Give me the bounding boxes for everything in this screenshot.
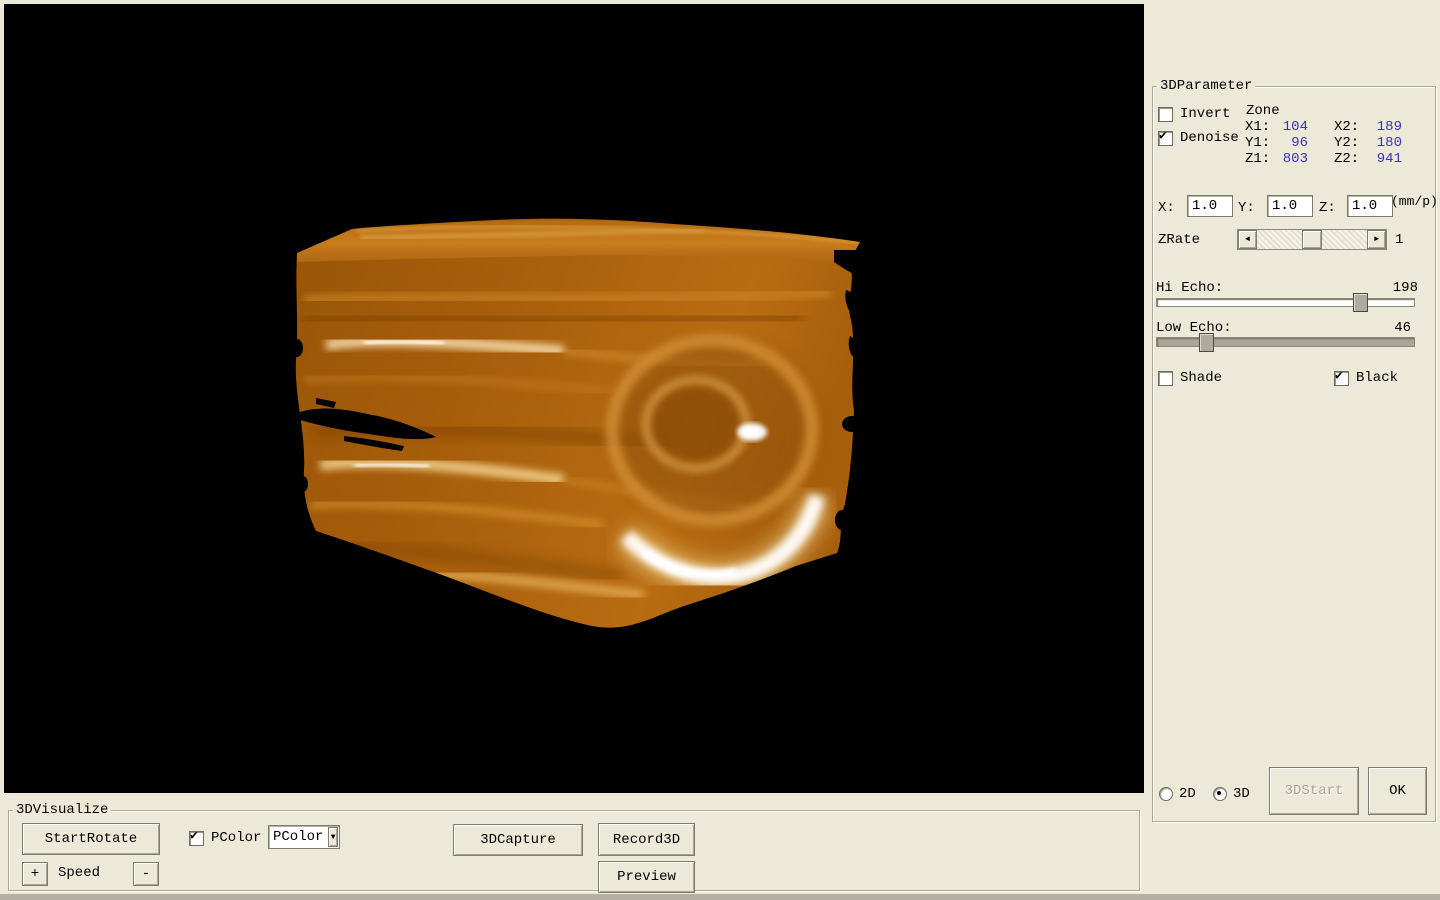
pcolor-checkbox-box[interactable]: ✔: [189, 831, 204, 846]
pcolor-checkbox[interactable]: ✔ PColor: [189, 830, 261, 846]
hi-echo-value: 198: [1378, 280, 1418, 296]
zone-y2-label: Y2:: [1334, 135, 1359, 151]
hi-echo-slider-track[interactable]: [1156, 298, 1415, 307]
render-viewport[interactable]: [4, 4, 1144, 793]
black-checkbox-label: Black: [1356, 370, 1398, 386]
ok-button[interactable]: OK: [1368, 767, 1427, 815]
speed-plus-button[interactable]: +: [22, 862, 48, 886]
scale-y-label: Y:: [1238, 200, 1255, 216]
zrate-value: 1: [1395, 232, 1403, 248]
zone-z2-value: 941: [1367, 151, 1402, 167]
zrate-scrollbar[interactable]: ◄ ►: [1237, 229, 1387, 250]
zrate-label: ZRate: [1158, 232, 1200, 248]
denoise-checkbox-box[interactable]: ✔: [1158, 131, 1173, 146]
scale-x-input[interactable]: 1.0: [1187, 195, 1233, 217]
visualize-panel: 3DVisualize StartRotate + Speed - ✔ PCol…: [0, 793, 1144, 900]
mode-3d-radio-circle[interactable]: [1213, 787, 1227, 801]
dropdown-arrow-icon[interactable]: ▼: [328, 827, 338, 847]
invert-checkbox-box[interactable]: [1158, 107, 1173, 122]
shade-checkbox[interactable]: Shade: [1158, 370, 1222, 386]
visualize-groupbox: 3DVisualize StartRotate + Speed - ✔ PCol…: [8, 810, 1140, 891]
scale-z-input[interactable]: 1.0: [1347, 195, 1393, 217]
invert-checkbox-label: Invert: [1180, 106, 1230, 122]
zrate-scroll-left-icon[interactable]: ◄: [1238, 230, 1257, 249]
radio-dot-icon: [1217, 791, 1221, 795]
checkmark-icon: ✔: [190, 829, 198, 842]
3dstart-button[interactable]: 3DStart: [1269, 767, 1359, 815]
scale-x-label: X:: [1158, 200, 1175, 216]
zone-x1-value: 104: [1273, 119, 1308, 135]
zone-z1-value: 803: [1273, 151, 1308, 167]
mode-3d-radio-label: 3D: [1233, 786, 1250, 802]
pcolor-dropdown[interactable]: PColor ▼: [268, 825, 340, 849]
checkmark-icon: ✔: [1335, 369, 1343, 382]
mode-2d-radio-label: 2D: [1179, 786, 1196, 802]
volume-render: [4, 4, 1144, 793]
zone-z2-label: Z2:: [1334, 151, 1359, 167]
zone-y2-value: 180: [1367, 135, 1402, 151]
zone-y1-label: Y1:: [1245, 135, 1270, 151]
mode-2d-radio[interactable]: 2D: [1159, 786, 1196, 802]
zone-x2-label: X2:: [1334, 119, 1359, 135]
scale-z-label: Z:: [1319, 200, 1336, 216]
mode-2d-radio-circle[interactable]: [1159, 787, 1173, 801]
speed-minus-button[interactable]: -: [133, 862, 159, 886]
scale-unit-label: (mm/p): [1391, 194, 1438, 210]
low-echo-slider-thumb[interactable]: [1199, 333, 1214, 352]
parameter-groupbox: 3DParameter Invert ✔ Denoise Zone X1: 10…: [1152, 86, 1436, 822]
hi-echo-slider-thumb[interactable]: [1353, 293, 1368, 312]
shade-checkbox-box[interactable]: [1158, 371, 1173, 386]
speed-label: Speed: [58, 865, 100, 881]
zrate-scroll-right-icon[interactable]: ►: [1367, 230, 1386, 249]
zrate-scroll-thumb[interactable]: [1302, 230, 1322, 249]
low-echo-slider-track[interactable]: [1156, 337, 1415, 347]
low-echo-label: Low Echo:: [1156, 320, 1232, 336]
invert-checkbox[interactable]: Invert: [1158, 106, 1230, 122]
parameter-panel: 3DParameter Invert ✔ Denoise Zone X1: 10…: [1144, 0, 1440, 900]
zone-title: Zone: [1246, 103, 1280, 119]
visualize-group-title: 3DVisualize: [13, 802, 111, 818]
pcolor-dropdown-value: PColor: [269, 827, 327, 847]
low-echo-value: 46: [1371, 320, 1411, 336]
denoise-checkbox[interactable]: ✔ Denoise: [1158, 130, 1239, 146]
start-rotate-button[interactable]: StartRotate: [22, 823, 160, 855]
black-checkbox-box[interactable]: ✔: [1334, 371, 1349, 386]
window-bottom-edge: [0, 894, 1440, 900]
pcolor-checkbox-label: PColor: [211, 830, 261, 846]
scale-y-input[interactable]: 1.0: [1267, 195, 1313, 217]
preview-button[interactable]: Preview: [598, 861, 695, 893]
mode-3d-radio[interactable]: 3D: [1213, 786, 1250, 802]
zone-x1-label: X1:: [1245, 119, 1270, 135]
app-window: 3DParameter Invert ✔ Denoise Zone X1: 10…: [0, 0, 1440, 900]
record3d-button[interactable]: Record3D: [598, 823, 695, 856]
zone-x2-value: 189: [1367, 119, 1402, 135]
checkmark-icon: ✔: [1159, 129, 1167, 142]
zone-y1-value: 96: [1273, 135, 1308, 151]
3dcapture-button[interactable]: 3DCapture: [453, 824, 583, 856]
denoise-checkbox-label: Denoise: [1180, 130, 1239, 146]
hi-echo-label: Hi Echo:: [1156, 280, 1223, 296]
zone-z1-label: Z1:: [1245, 151, 1270, 167]
black-checkbox[interactable]: ✔ Black: [1334, 370, 1398, 386]
parameter-group-title: 3DParameter: [1157, 78, 1255, 94]
shade-checkbox-label: Shade: [1180, 370, 1222, 386]
